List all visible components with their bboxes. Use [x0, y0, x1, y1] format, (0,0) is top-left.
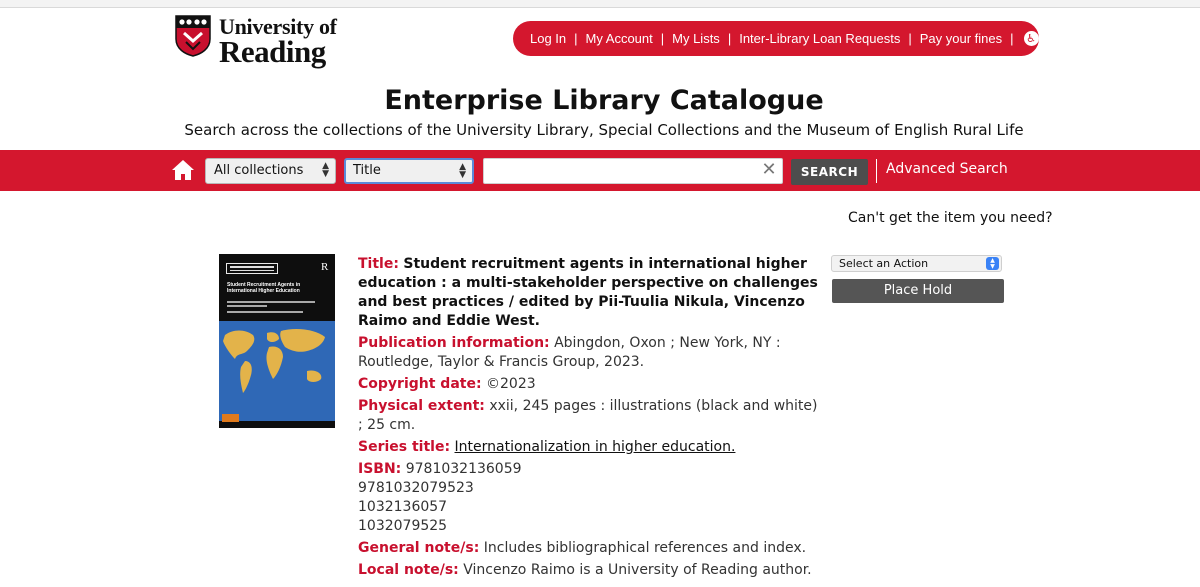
extent-field: Physical extent: xxii, 245 pages : illus…: [358, 397, 818, 435]
nav-separator: |: [660, 31, 665, 46]
university-logo[interactable]: University of Reading: [175, 14, 337, 69]
general-note-value: Includes bibliographical references and …: [483, 540, 807, 556]
shield-crest-icon: [175, 15, 211, 57]
clear-icon[interactable]: ✕: [760, 159, 778, 181]
isbn-field: ISBN: 9781032136059 9781032079523 103213…: [358, 460, 818, 536]
pay-fines-link[interactable]: Pay your fines: [920, 31, 1002, 46]
top-nav: Log In | My Account | My Lists | Inter-L…: [513, 21, 1039, 56]
cover-title: Student Recruitment Agents in Internatio…: [227, 282, 327, 294]
cover-title-line2: International Higher Education: [227, 288, 300, 294]
general-note-label: General note/s:: [358, 540, 480, 556]
my-account-link[interactable]: My Account: [586, 31, 653, 46]
chevron-updown-icon: ▲ ▼: [459, 162, 466, 180]
browser-bookmarks-strip: ◦ ◦ ◦: [0, 0, 1200, 8]
isbn-label: ISBN:: [358, 461, 402, 477]
copyright-field: Copyright date: ©2023: [358, 375, 818, 394]
cover-series-box: [226, 263, 278, 274]
local-note-label: Local note/s:: [358, 562, 459, 578]
book-cover-image[interactable]: R Student Recruitment Agents in Internat…: [219, 254, 335, 428]
home-icon[interactable]: [171, 159, 195, 181]
general-note-field: General note/s: Includes bibliographical…: [358, 539, 818, 558]
collection-select-value: All collections: [214, 163, 304, 178]
isbn-value: 9781032079523: [358, 480, 474, 496]
chevron-updown-icon: ▲ ▼: [322, 161, 329, 179]
publication-label: Publication information:: [358, 335, 550, 351]
isbn-value: 9781032136059: [405, 461, 522, 477]
title-label: Title:: [358, 256, 399, 272]
nav-separator: |: [574, 31, 578, 46]
cover-subtitle-line: [227, 301, 315, 303]
ill-requests-link[interactable]: Inter-Library Loan Requests: [739, 31, 900, 46]
title-field: Title: Student recruitment agents in int…: [358, 255, 818, 331]
extent-label: Physical extent:: [358, 398, 485, 414]
cant-get-item-link[interactable]: Can't get the item you need?: [848, 210, 1053, 226]
divider: [876, 159, 877, 183]
action-select-value: Select an Action: [839, 257, 929, 270]
local-note-value: Vincenzo Raimo is a University of Readin…: [463, 562, 812, 578]
place-hold-button[interactable]: Place Hold: [832, 279, 1004, 303]
title-value: Student recruitment agents in internatio…: [358, 256, 818, 329]
publication-field: Publication information: Abingdon, Oxon …: [358, 334, 818, 372]
nav-separator: |: [1010, 31, 1014, 46]
cover-editors-line: [227, 311, 303, 313]
series-field: Series title: Internationalization in hi…: [358, 438, 818, 457]
nav-separator: |: [908, 31, 912, 46]
collection-select[interactable]: All collections ▲ ▼: [205, 158, 336, 184]
advanced-search-link[interactable]: Advanced Search: [886, 161, 1008, 177]
cover-badge: [222, 414, 239, 422]
search-input[interactable]: [483, 158, 783, 184]
accessibility-icon[interactable]: ♿: [1023, 31, 1039, 46]
series-link[interactable]: Internationalization in higher education…: [455, 439, 736, 455]
page-title: Enterprise Library Catalogue: [384, 85, 824, 116]
nav-separator: |: [727, 31, 732, 46]
logo-text-line2: Reading: [219, 34, 326, 69]
isbn-value: 1032079525: [358, 518, 448, 534]
cover-subtitle-line: [227, 305, 267, 307]
my-lists-link[interactable]: My Lists: [672, 31, 720, 46]
bib-record: Title: Student recruitment agents in int…: [358, 255, 818, 583]
isbn-value: 1032136057: [358, 499, 448, 515]
bookmark-fragment-icon: ◦ ◦ ◦: [20, 0, 42, 5]
cover-world-map: [219, 321, 335, 421]
chevron-updown-icon: ▲ ▼: [986, 257, 999, 270]
world-map-graphic: [223, 329, 325, 393]
login-link[interactable]: Log In: [530, 31, 566, 46]
copyright-label: Copyright date:: [358, 376, 482, 392]
search-field-select[interactable]: Title ▲ ▼: [344, 158, 474, 184]
page-subtitle: Search across the collections of the Uni…: [184, 121, 1024, 139]
search-button[interactable]: SEARCH: [791, 159, 868, 185]
search-field-select-value: Title: [353, 163, 381, 178]
action-select[interactable]: Select an Action ▲ ▼: [831, 255, 1002, 272]
series-label: Series title:: [358, 439, 451, 455]
local-note-field: Local note/s: Vincenzo Raimo is a Univer…: [358, 561, 818, 580]
copyright-value: ©2023: [486, 376, 536, 392]
publisher-logo-icon: R: [321, 261, 329, 273]
